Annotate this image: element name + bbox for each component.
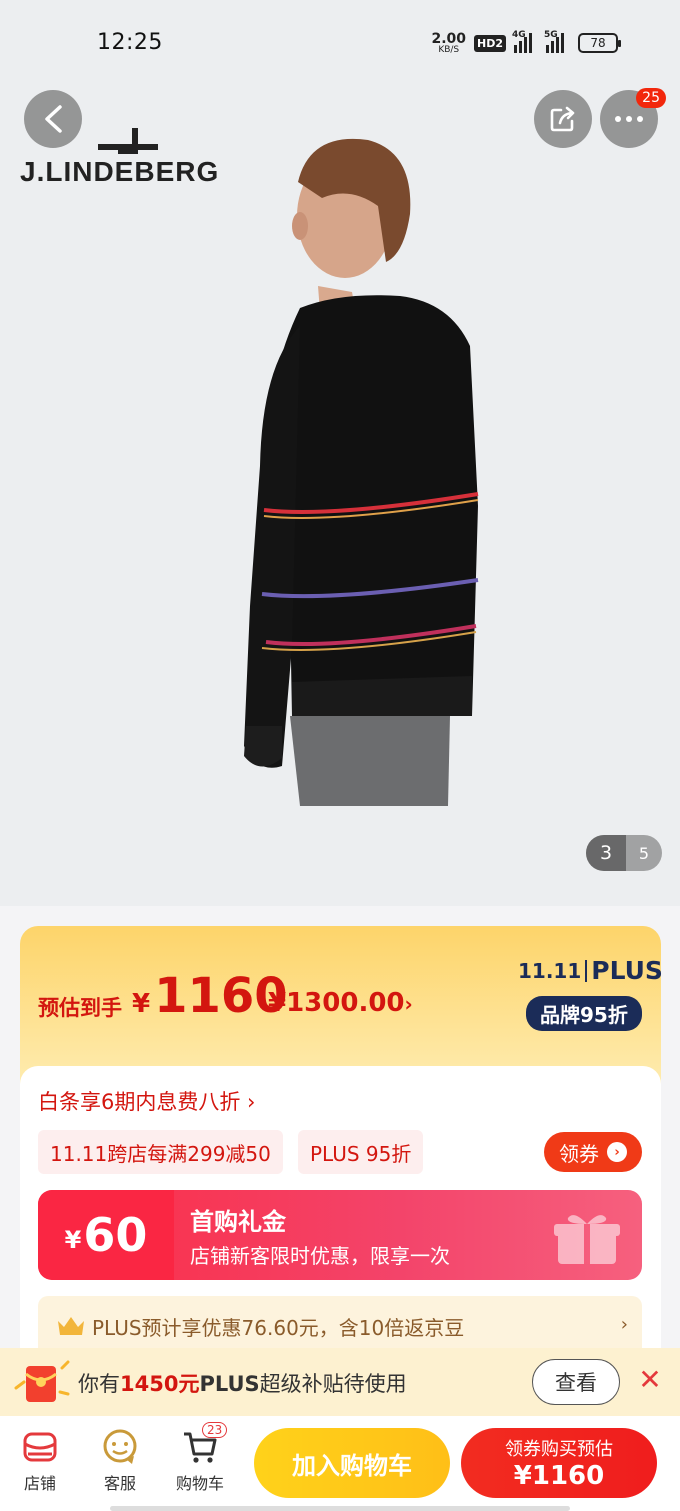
original-price: ¥1300.00 xyxy=(268,988,405,1018)
gift-value: 60 xyxy=(83,1208,148,1262)
cart-count-badge: 23 xyxy=(202,1422,228,1438)
image-counter: 3 5 xyxy=(586,835,662,871)
crown-icon xyxy=(58,1317,84,1335)
subsidy-plus: PLUS xyxy=(199,1372,260,1396)
share-icon xyxy=(550,106,575,132)
product-image-gallery[interactable]: J.LINDEBERG 25 3 5 xyxy=(0,86,680,906)
plus-logo-text: PLUS xyxy=(591,956,663,985)
status-icons: 2.00 KB/S HD2 4G 5G 78 xyxy=(431,30,621,56)
store-icon xyxy=(23,1432,57,1462)
price-currency: ¥ xyxy=(132,989,151,1019)
nav-cart-label: 购物车 xyxy=(175,1474,224,1493)
signal-5g-label: 5G xyxy=(544,30,558,40)
promo-chip-plus-discount[interactable]: PLUS 95折 xyxy=(298,1130,424,1174)
gift-amount: ¥ 60 xyxy=(38,1190,174,1280)
chevron-right-icon: › xyxy=(607,1142,627,1162)
bottom-action-bar: 店铺 客服 23 购物车 加入购物车 领券购买预估 ¥1160 xyxy=(0,1416,680,1511)
net-speed-value: 2.00 xyxy=(431,30,466,47)
buy-button-price: ¥1160 xyxy=(513,1461,605,1491)
chevron-left-icon xyxy=(45,105,62,133)
get-coupon-button[interactable]: 领券 › xyxy=(544,1132,642,1172)
net-speed: 2.00 KB/S xyxy=(431,32,466,55)
hd-icon: HD2 xyxy=(474,34,506,52)
message-count-badge: 25 xyxy=(636,88,666,108)
price-card: 预估到手 ¥ 1160 ¥1300.00› 11.11 PLUS 品牌95折 xyxy=(20,926,663,1086)
gift-currency: ¥ xyxy=(64,1226,82,1254)
plus-savings-row[interactable]: PLUS预计享优惠76.60元，含10倍返京豆 › xyxy=(38,1296,642,1356)
nav-cart[interactable]: 23 购物车 xyxy=(168,1422,232,1494)
subsidy-text: 你有1450元PLUS超级补贴待使用 xyxy=(78,1368,407,1398)
signal-5g-icon: 5G xyxy=(544,30,564,53)
estimated-price-label: 预估到手 xyxy=(38,996,122,1020)
add-to-cart-button[interactable]: 加入购物车 xyxy=(254,1428,450,1498)
plus-savings-text: PLUS预计享优惠76.60元，含10倍返京豆 xyxy=(92,1315,465,1340)
share-button[interactable] xyxy=(534,90,592,148)
red-envelope-icon xyxy=(14,1360,70,1402)
subsidy-suffix: 超级补贴待使用 xyxy=(259,1372,407,1396)
home-indicator xyxy=(110,1506,570,1511)
image-counter-current: 3 xyxy=(586,835,626,871)
battery-icon: 78 xyxy=(578,33,621,53)
status-bar: 12:25 2.00 KB/S HD2 4G 5G 78 xyxy=(0,0,680,86)
nav-service-label: 客服 xyxy=(103,1474,136,1493)
signal-4g-icon: 4G xyxy=(512,30,532,53)
nav-store[interactable]: 店铺 xyxy=(8,1426,72,1494)
promo-chip-cross-store[interactable]: 11.11跨店每满299减50 xyxy=(38,1130,283,1174)
subsidy-prefix: 你有 xyxy=(78,1372,120,1396)
subsidy-amount: 1450元 xyxy=(120,1372,200,1396)
get-coupon-label: 领券 xyxy=(559,1141,599,1166)
buy-button-line1: 领券购买预估 xyxy=(505,1439,613,1460)
more-dots-icon xyxy=(615,116,643,122)
gift-title: 首购礼金 xyxy=(190,1208,286,1236)
first-purchase-gift-banner[interactable]: ¥ 60 首购礼金 店铺新客限时优惠，限享一次 xyxy=(38,1190,642,1280)
close-icon[interactable]: ✕ xyxy=(636,1366,664,1394)
original-price-link[interactable]: ¥1300.00› xyxy=(268,988,413,1018)
net-speed-unit: KB/S xyxy=(438,44,460,55)
estimated-price: ¥ 1160 xyxy=(132,968,288,1024)
status-time: 12:25 xyxy=(97,30,163,55)
gift-subtitle: 店铺新客限时优惠，限享一次 xyxy=(190,1244,450,1268)
customer-service-icon xyxy=(103,1429,137,1464)
nav-customer-service[interactable]: 客服 xyxy=(88,1426,152,1494)
plus-subsidy-bar: 你有1450元PLUS超级补贴待使用 查看 ✕ xyxy=(0,1348,680,1416)
gift-box-icon xyxy=(554,1215,620,1264)
plus-event-label: 11.11 xyxy=(518,958,582,983)
nav-store-label: 店铺 xyxy=(23,1474,56,1493)
back-button[interactable] xyxy=(24,90,82,148)
signal-4g-label: 4G xyxy=(512,30,526,40)
baitiao-installment-link[interactable]: 白条享6期内息费八折 › xyxy=(38,1086,255,1116)
more-button[interactable]: 25 xyxy=(600,88,666,148)
chevron-right-icon: › xyxy=(620,1314,628,1335)
product-photo xyxy=(244,138,479,806)
plus-1111-logo: 11.11 PLUS xyxy=(518,956,663,985)
plus-brand-discount-badge: 品牌95折 xyxy=(526,996,642,1031)
battery-level: 78 xyxy=(590,36,606,50)
promotion-panel: 白条享6期内息费八折 › 11.11跨店每满299减50 PLUS 95折 领券… xyxy=(20,1066,661,1356)
view-subsidy-button[interactable]: 查看 xyxy=(532,1359,620,1405)
image-counter-total: 5 xyxy=(638,843,650,863)
buy-with-coupon-button[interactable]: 领券购买预估 ¥1160 xyxy=(461,1428,657,1498)
chevron-right-icon: › xyxy=(404,992,413,1016)
